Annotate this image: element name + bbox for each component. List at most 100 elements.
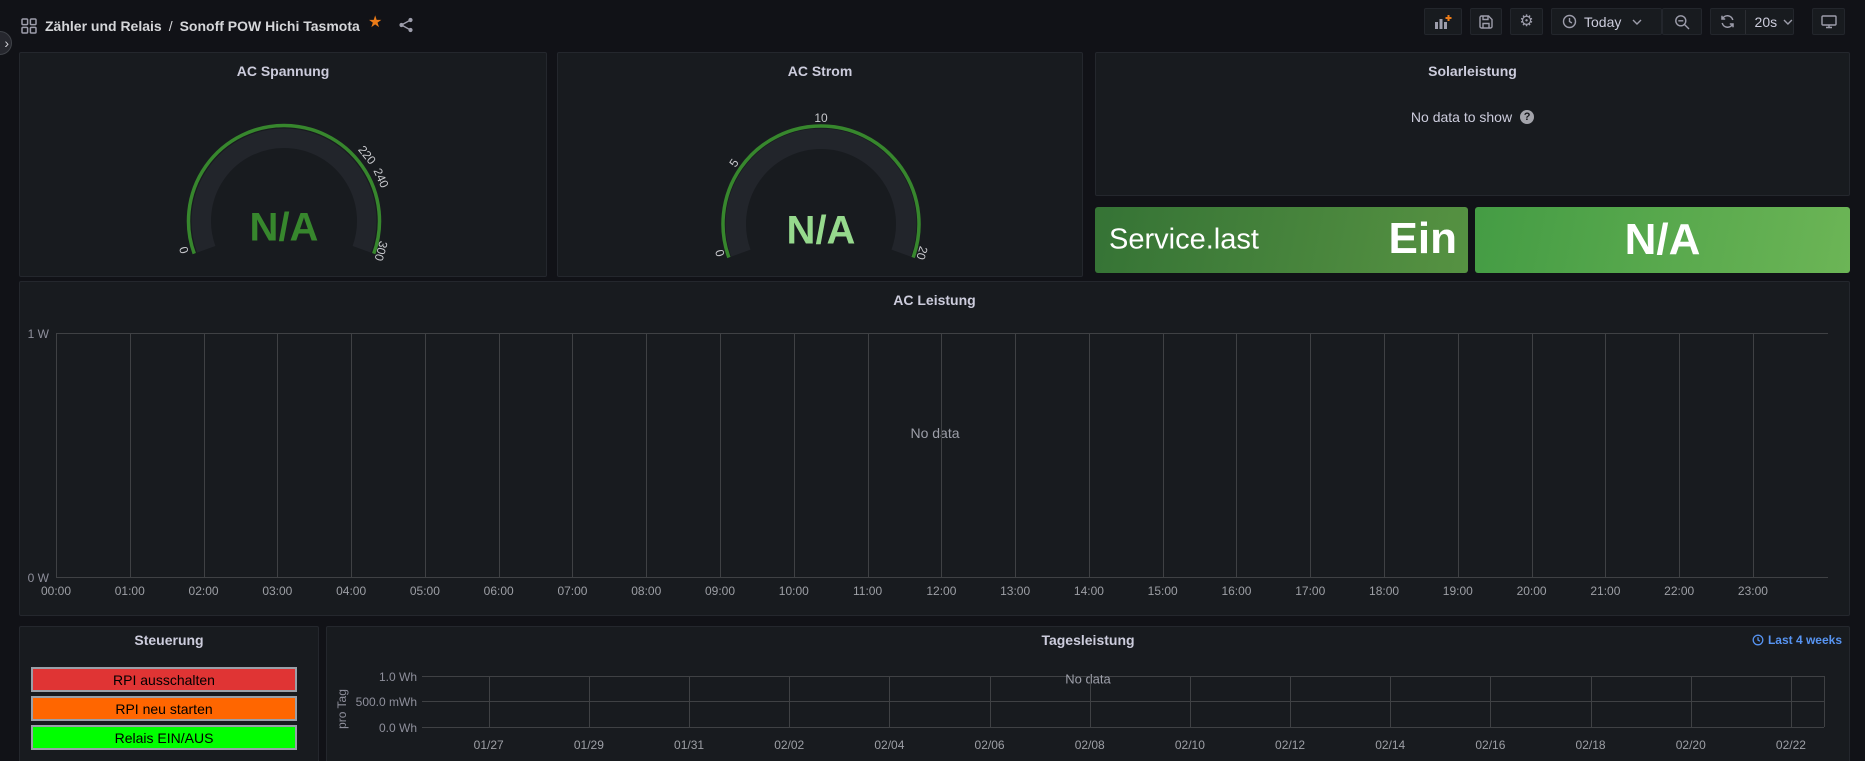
grid-vline	[1591, 676, 1592, 727]
add-panel-button[interactable]	[1424, 8, 1462, 35]
grid-vline	[1090, 676, 1091, 727]
gauge-tick-label: 5	[727, 156, 742, 170]
add-panel-icon	[1434, 14, 1452, 30]
grid-vline	[1753, 333, 1754, 577]
x-axis-line	[56, 577, 1828, 578]
x-axis-label: 14:00	[1074, 584, 1104, 598]
panel-tagesleistung: Tagesleistung Last 4 weeks 1.0 Wh 500.0 …	[326, 626, 1850, 761]
refresh-button-group[interactable]: 20s	[1710, 8, 1794, 35]
x-axis-label: 11:00	[853, 584, 882, 598]
refresh-icon-wrap[interactable]	[1711, 14, 1745, 29]
x-axis-label: 02/18	[1576, 738, 1606, 752]
gauge-tick-label: 0	[176, 245, 191, 255]
x-axis-label: 12:00	[926, 584, 956, 598]
save-dashboard-button[interactable]	[1470, 8, 1502, 35]
breadcrumb-folder[interactable]: Zähler und Relais	[45, 18, 162, 34]
zoom-out-icon	[1674, 14, 1690, 30]
help-icon[interactable]: ?	[1520, 110, 1534, 124]
clock-icon	[1562, 14, 1577, 29]
grid-vline	[789, 676, 790, 727]
dashboards-grid-icon[interactable]	[21, 18, 37, 34]
tv-mode-button[interactable]	[1812, 8, 1845, 35]
x-axis-label: 02/14	[1375, 738, 1405, 752]
gauge-tick-label: 220	[355, 143, 378, 167]
x-axis-label: 01/27	[474, 738, 504, 752]
grid-vline	[1691, 676, 1692, 727]
grid-vline	[646, 333, 647, 577]
grid-vline	[1089, 333, 1090, 577]
breadcrumb-separator: /	[169, 18, 173, 34]
x-axis-label: 02/10	[1175, 738, 1205, 752]
x-axis-label: 23:00	[1738, 584, 1768, 598]
tagesleistung-no-data: No data	[1065, 672, 1111, 687]
gridline-mid	[422, 701, 1824, 702]
grid-vline	[489, 676, 490, 727]
grid-vline	[351, 333, 352, 577]
gear-icon: ⚙	[1519, 14, 1533, 30]
monitor-icon	[1821, 14, 1837, 29]
grid-vline	[204, 333, 205, 577]
x-axis-label: 02/04	[874, 738, 904, 752]
y-tick-1wh: 1.0 Wh	[327, 670, 417, 684]
x-axis-label: 10:00	[779, 584, 809, 598]
refresh-interval-label[interactable]: 20s	[1755, 14, 1778, 30]
x-axis-label: 01:00	[115, 584, 145, 598]
x-axis-label: 02/22	[1776, 738, 1806, 752]
stat-relay-value: N/A	[1625, 215, 1701, 265]
stat-service-label: Service.last	[1109, 224, 1259, 257]
ac-leistung-plot[interactable]: 1 W 0 W No data 00:0001:0002:0003:0004:0…	[20, 282, 1851, 617]
panel-title-steuerung[interactable]: Steuerung	[20, 632, 318, 648]
x-axis-label: 05:00	[410, 584, 440, 598]
panel-ac-leistung: AC Leistung 1 W 0 W No data 00:0001:0002…	[19, 281, 1850, 616]
x-axis-label: 03:00	[262, 584, 292, 598]
favorite-star-icon[interactable]: ★	[368, 12, 382, 32]
control-button-3[interactable]: Relais EIN/AUS	[31, 725, 297, 750]
breadcrumb: Zähler und Relais / Sonoff POW Hichi Tas…	[45, 18, 360, 34]
control-button-2[interactable]: RPI neu starten	[31, 696, 297, 721]
grid-vline	[1390, 676, 1391, 727]
save-icon	[1478, 14, 1494, 30]
x-axis-label: 17:00	[1295, 584, 1325, 598]
x-axis-label: 09:00	[705, 584, 735, 598]
x-axis-label: 02/20	[1676, 738, 1706, 752]
gridline-bottom	[422, 727, 1824, 728]
grid-vline	[130, 333, 131, 577]
time-picker-button[interactable]: Today	[1551, 8, 1662, 35]
y-axis-title: pro Tag	[335, 689, 349, 729]
x-axis-label: 18:00	[1369, 584, 1399, 598]
grid-vline	[572, 333, 573, 577]
grid-vline	[889, 676, 890, 727]
x-axis-label: 08:00	[631, 584, 661, 598]
grid-vline	[499, 333, 500, 577]
grid-vline	[794, 333, 795, 577]
grid-vline	[1679, 333, 1680, 577]
x-axis-label: 04:00	[336, 584, 366, 598]
grid-vline	[720, 333, 721, 577]
grid-vline	[1163, 333, 1164, 577]
x-axis-label: 21:00	[1590, 584, 1620, 598]
x-axis-label: 07:00	[557, 584, 587, 598]
breadcrumb-dashboard-title[interactable]: Sonoff POW Hichi Tasmota	[180, 18, 360, 34]
zoom-out-button[interactable]	[1662, 8, 1702, 35]
panel-solarleistung: Solarleistung No data to show ?	[1095, 52, 1850, 196]
grid-vline	[1190, 676, 1191, 727]
sidebar-collapse-tab[interactable]: ›	[0, 31, 12, 55]
panel-ac-strom: AC Strom 051020 N/A	[557, 52, 1083, 277]
grid-vline	[1532, 333, 1533, 577]
divider	[1745, 10, 1746, 34]
gauge-tick-label: 300	[372, 239, 391, 262]
solarleistung-no-data: No data to show ?	[1096, 109, 1849, 125]
dashboard-settings-button[interactable]: ⚙	[1510, 8, 1543, 35]
grid-vline	[56, 333, 57, 577]
share-icon[interactable]	[398, 17, 414, 33]
control-button-1[interactable]: RPI ausschalten	[31, 667, 297, 692]
x-axis-label: 19:00	[1443, 584, 1473, 598]
ac-leistung-no-data: No data	[910, 425, 959, 441]
grid-vline	[1236, 333, 1237, 577]
y-axis-label-max: 1 W	[20, 327, 49, 341]
tagesleistung-plot[interactable]: 1.0 Wh 500.0 mWh 0.0 Wh pro Tag No data …	[327, 627, 1851, 761]
x-axis-label: 20:00	[1517, 584, 1547, 598]
x-axis-label: 02/16	[1475, 738, 1505, 752]
panel-title-solarleistung[interactable]: Solarleistung	[1096, 63, 1849, 79]
time-range-label: Today	[1584, 14, 1621, 30]
